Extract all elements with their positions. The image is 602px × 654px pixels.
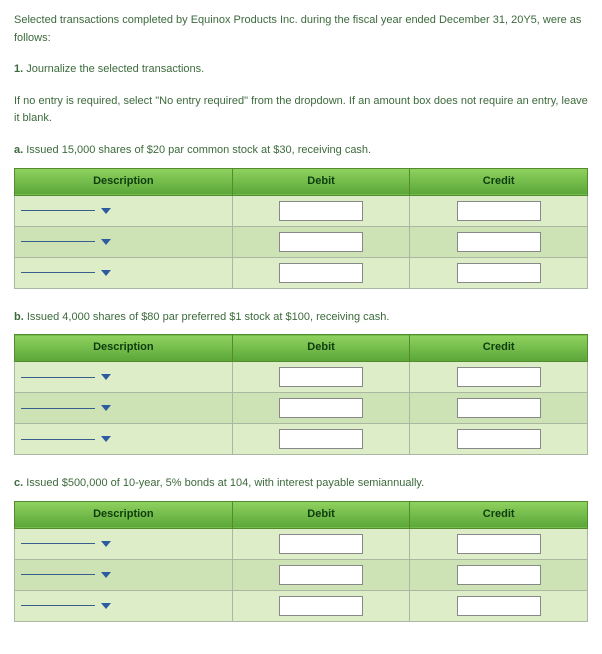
table-row	[15, 195, 588, 226]
chevron-down-icon	[101, 374, 111, 380]
dropdown-line	[21, 574, 95, 575]
dropdown-line	[21, 241, 95, 242]
credit-input[interactable]	[457, 367, 541, 387]
col-credit: Credit	[410, 168, 588, 195]
credit-input[interactable]	[457, 565, 541, 585]
col-description: Description	[15, 501, 233, 528]
table-row	[15, 590, 588, 621]
col-description: Description	[15, 335, 233, 362]
debit-input[interactable]	[279, 398, 363, 418]
debit-input[interactable]	[279, 232, 363, 252]
section-label: a. Issued 15,000 shares of $20 par commo…	[14, 142, 588, 160]
journal-table: DescriptionDebitCredit	[14, 334, 588, 455]
dropdown-line	[21, 439, 95, 440]
table-row	[15, 362, 588, 393]
step-number: 1.	[14, 63, 23, 75]
col-debit: Debit	[232, 335, 410, 362]
debit-input[interactable]	[279, 201, 363, 221]
description-dropdown[interactable]	[21, 208, 111, 214]
chevron-down-icon	[101, 541, 111, 547]
debit-input[interactable]	[279, 565, 363, 585]
description-dropdown[interactable]	[21, 270, 111, 276]
credit-input[interactable]	[457, 398, 541, 418]
intro-text: Selected transactions completed by Equin…	[14, 12, 588, 47]
col-credit: Credit	[410, 335, 588, 362]
table-row	[15, 257, 588, 288]
credit-input[interactable]	[457, 596, 541, 616]
chevron-down-icon	[101, 436, 111, 442]
col-debit: Debit	[232, 501, 410, 528]
section-letter: c.	[14, 477, 23, 489]
debit-input[interactable]	[279, 429, 363, 449]
description-dropdown[interactable]	[21, 374, 111, 380]
debit-input[interactable]	[279, 263, 363, 283]
debit-input[interactable]	[279, 367, 363, 387]
col-description: Description	[15, 168, 233, 195]
step-text: Journalize the selected transactions.	[26, 63, 204, 75]
journal-table: DescriptionDebitCredit	[14, 501, 588, 622]
credit-input[interactable]	[457, 429, 541, 449]
dropdown-line	[21, 210, 95, 211]
chevron-down-icon	[101, 239, 111, 245]
section-label: b. Issued 4,000 shares of $80 par prefer…	[14, 309, 588, 327]
table-row	[15, 424, 588, 455]
chevron-down-icon	[101, 603, 111, 609]
section-letter: a.	[14, 144, 23, 156]
section-text: Issued $500,000 of 10-year, 5% bonds at …	[23, 477, 424, 489]
step-line: 1. Journalize the selected transactions.	[14, 61, 588, 79]
dropdown-line	[21, 377, 95, 378]
chevron-down-icon	[101, 405, 111, 411]
credit-input[interactable]	[457, 534, 541, 554]
journal-table: DescriptionDebitCredit	[14, 168, 588, 289]
table-row	[15, 528, 588, 559]
note-text: If no entry is required, select "No entr…	[14, 93, 588, 128]
debit-input[interactable]	[279, 596, 363, 616]
chevron-down-icon	[101, 208, 111, 214]
table-row	[15, 226, 588, 257]
dropdown-line	[21, 272, 95, 273]
col-debit: Debit	[232, 168, 410, 195]
description-dropdown[interactable]	[21, 541, 111, 547]
description-dropdown[interactable]	[21, 572, 111, 578]
dropdown-line	[21, 408, 95, 409]
col-credit: Credit	[410, 501, 588, 528]
description-dropdown[interactable]	[21, 239, 111, 245]
credit-input[interactable]	[457, 232, 541, 252]
debit-input[interactable]	[279, 534, 363, 554]
description-dropdown[interactable]	[21, 603, 111, 609]
section-label: c. Issued $500,000 of 10-year, 5% bonds …	[14, 475, 588, 493]
description-dropdown[interactable]	[21, 436, 111, 442]
section-letter: b.	[14, 311, 24, 323]
section-text: Issued 15,000 shares of $20 par common s…	[23, 144, 371, 156]
table-row	[15, 559, 588, 590]
section-text: Issued 4,000 shares of $80 par preferred…	[24, 311, 390, 323]
chevron-down-icon	[101, 270, 111, 276]
table-row	[15, 393, 588, 424]
dropdown-line	[21, 543, 95, 544]
credit-input[interactable]	[457, 201, 541, 221]
credit-input[interactable]	[457, 263, 541, 283]
dropdown-line	[21, 605, 95, 606]
description-dropdown[interactable]	[21, 405, 111, 411]
chevron-down-icon	[101, 572, 111, 578]
